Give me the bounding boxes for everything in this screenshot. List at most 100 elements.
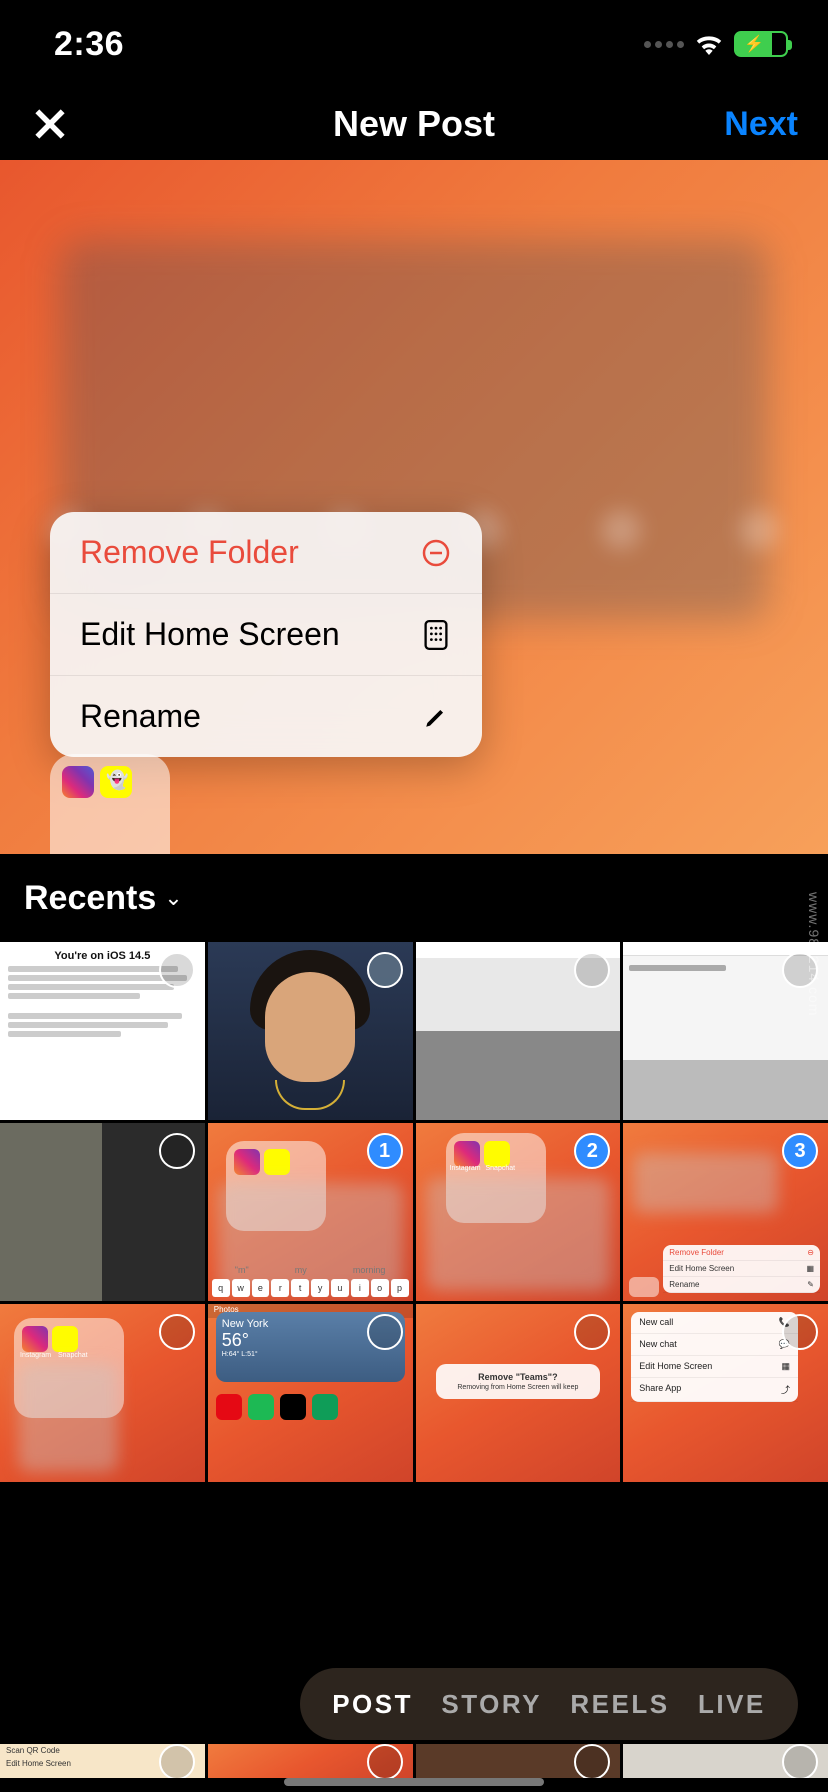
photo-thumb[interactable]: [416, 942, 621, 1120]
next-button[interactable]: Next: [724, 105, 798, 144]
home-indicator[interactable]: [284, 1778, 544, 1786]
kbd-key: i: [351, 1279, 369, 1297]
select-ring[interactable]: [159, 952, 195, 988]
photo-thumb[interactable]: Remove "Teams"? Removing from Home Scree…: [416, 1304, 621, 1482]
kbd-key: u: [331, 1279, 349, 1297]
instagram-icon: [22, 1326, 48, 1352]
folder-preview: [50, 754, 170, 854]
battery-icon: ⚡: [734, 31, 788, 57]
photo-thumb[interactable]: [208, 942, 413, 1120]
tiktok-icon: [280, 1394, 306, 1420]
snapchat-icon: [484, 1141, 510, 1167]
kbd-key: o: [371, 1279, 389, 1297]
album-picker[interactable]: Recents ⌄: [0, 854, 828, 942]
photo-thumb[interactable]: [416, 1744, 621, 1778]
photo-thumb[interactable]: [0, 1123, 205, 1301]
select-ring[interactable]: [159, 1314, 195, 1350]
popup-title: Remove "Teams"?: [444, 1372, 593, 1382]
select-ring[interactable]: [367, 952, 403, 988]
context-menu-label: Edit Home Screen: [80, 616, 340, 653]
photo-thumb[interactable]: [623, 1744, 828, 1778]
select-badge[interactable]: 1: [367, 1133, 403, 1169]
photo-thumb[interactable]: You're on iOS 14.5: [0, 942, 205, 1120]
spotify-icon: [248, 1394, 274, 1420]
select-ring[interactable]: [367, 1314, 403, 1350]
photo-grid-partial: Scan QR Code Edit Home Screen: [0, 1744, 828, 1778]
weather-hilo: H:64° L:51°: [222, 1351, 399, 1358]
photo-thumb[interactable]: "m" my morning q w e r t y u i o p 1: [208, 1123, 413, 1301]
status-bar: 2:36 ⚡: [0, 0, 828, 88]
close-icon: [31, 105, 69, 143]
snapchat-icon: [52, 1326, 78, 1352]
mini-context-menu: Remove Folder⊖ Edit Home Screen▦ Rename✎: [663, 1245, 820, 1293]
chevron-down-icon: ⌄: [164, 885, 182, 911]
post-mode-picker[interactable]: POST STORY REELS LIVE: [300, 1668, 798, 1740]
kbd-key: y: [311, 1279, 329, 1297]
kbd-key: e: [252, 1279, 270, 1297]
photo-grid: You're on iOS 14.5 "m" my morning q: [0, 942, 828, 1482]
app-icon: [312, 1394, 338, 1420]
photo-thumb[interactable]: [208, 1744, 413, 1778]
remove-popup: Remove "Teams"? Removing from Home Scree…: [436, 1364, 601, 1399]
select-ring[interactable]: [159, 1744, 195, 1778]
select-ring[interactable]: [782, 1744, 818, 1778]
cell-signal-icon: [644, 41, 684, 48]
instagram-icon: [234, 1149, 260, 1175]
photo-thumb[interactable]: Instagram Snapchat 2: [416, 1123, 621, 1301]
context-menu-label: Rename: [80, 698, 201, 735]
photo-thumb[interactable]: Remove Folder⊖ Edit Home Screen▦ Rename✎…: [623, 1123, 828, 1301]
kbd-suggestion: "m": [235, 1265, 249, 1275]
select-ring[interactable]: [574, 1744, 610, 1778]
mini-menu: New call📞 New chat💬 Edit Home Screen▦ Sh…: [631, 1312, 798, 1402]
charging-bolt-icon: ⚡: [744, 34, 764, 54]
kbd-suggestion: my: [295, 1265, 307, 1275]
wifi-icon: [694, 33, 724, 55]
pencil-icon: [420, 701, 452, 733]
select-badge[interactable]: 3: [782, 1133, 818, 1169]
snapchat-icon: [100, 766, 132, 798]
instagram-icon: [454, 1141, 480, 1167]
context-menu-rename: Rename: [50, 676, 482, 757]
status-time: 2:36: [54, 25, 124, 64]
instagram-icon: [62, 766, 94, 798]
status-right: ⚡: [644, 31, 788, 57]
album-label: Recents: [24, 879, 156, 918]
popup-body: Removing from Home Screen will keep: [444, 1384, 593, 1391]
kbd-key: t: [291, 1279, 309, 1297]
app-label: Instagram: [450, 1165, 481, 1172]
minus-circle-icon: [420, 537, 452, 569]
kbd-key: p: [391, 1279, 409, 1297]
app-label: Instagram: [20, 1352, 51, 1359]
mode-post[interactable]: POST: [332, 1689, 413, 1720]
context-menu-label: Remove Folder: [80, 534, 299, 571]
app-label: Snapchat: [486, 1165, 516, 1172]
netflix-icon: [216, 1394, 242, 1420]
kbd-key: q: [212, 1279, 230, 1297]
kbd-key: r: [271, 1279, 289, 1297]
photo-thumb[interactable]: Instagram Snapchat: [0, 1304, 205, 1482]
photo-thumb[interactable]: New call📞 New chat💬 Edit Home Screen▦ Sh…: [623, 1304, 828, 1482]
kbd-suggestion: morning: [353, 1265, 386, 1275]
select-ring[interactable]: [159, 1133, 195, 1169]
select-badge[interactable]: 2: [574, 1133, 610, 1169]
select-ring[interactable]: [367, 1744, 403, 1778]
page-title: New Post: [333, 103, 495, 145]
selected-photo-preview[interactable]: Remove Folder Edit Home Screen Rename: [0, 160, 828, 854]
app-label: Snapchat: [58, 1352, 88, 1359]
context-menu-edit-home-screen: Edit Home Screen: [50, 594, 482, 676]
close-button[interactable]: [30, 104, 70, 144]
context-menu-remove-folder: Remove Folder: [50, 512, 482, 594]
select-ring[interactable]: [574, 952, 610, 988]
select-ring[interactable]: [574, 1314, 610, 1350]
nav-header: New Post Next: [0, 88, 828, 160]
photo-thumb[interactable]: Scan QR Code Edit Home Screen: [0, 1744, 205, 1778]
kbd-key: w: [232, 1279, 250, 1297]
snapchat-icon: [264, 1149, 290, 1175]
select-ring[interactable]: [782, 1314, 818, 1350]
mode-live[interactable]: LIVE: [698, 1689, 766, 1720]
mode-reels[interactable]: REELS: [570, 1689, 669, 1720]
apps-grid-icon: [420, 619, 452, 651]
mode-story[interactable]: STORY: [441, 1689, 542, 1720]
photo-thumb[interactable]: [623, 942, 828, 1120]
photo-thumb[interactable]: Photos New York 56° H:64° L:51°: [208, 1304, 413, 1482]
